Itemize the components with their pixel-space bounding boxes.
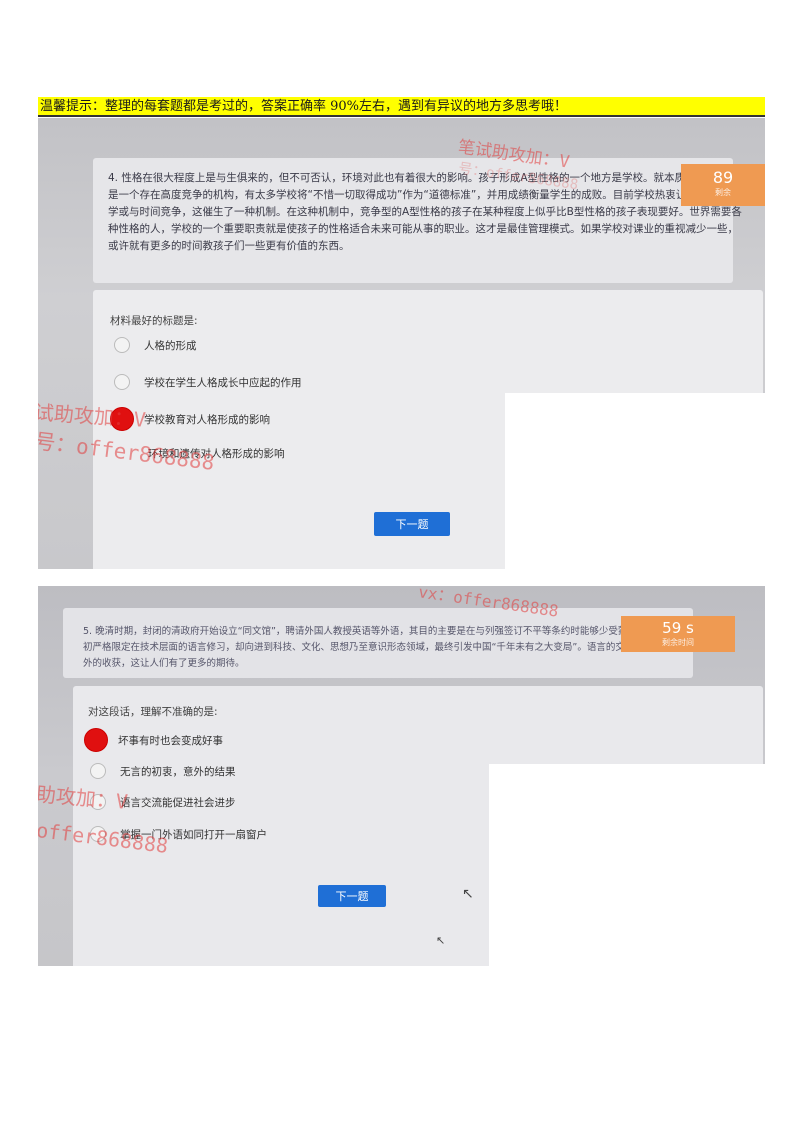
next-button[interactable]: 下一题 xyxy=(374,512,450,536)
radio-icon[interactable] xyxy=(90,763,106,779)
countdown-timer: 59 s 剩余时间 xyxy=(621,616,735,652)
option-b[interactable]: 无言的初衷，意外的结果 xyxy=(90,763,236,779)
option-label: 语言交流能促进社会进步 xyxy=(120,796,236,809)
option-b[interactable]: 学校在学生人格成长中应起的作用 xyxy=(114,374,302,390)
tip-underline xyxy=(38,115,765,117)
timer-value: 59 s xyxy=(662,619,694,637)
question-stem: 对这段话，理解不准确的是: xyxy=(88,706,218,718)
question-text: 5. 晚清时期，封闭的清政府开始设立“同文馆”，聘请外国人教授英语等外语，其目的… xyxy=(83,626,692,669)
option-label: 学校在学生人格成长中应起的作用 xyxy=(144,376,302,389)
option-label: 学校教育对人格形成的影响 xyxy=(144,413,270,426)
option-label: 无言的初衷，意外的结果 xyxy=(120,765,236,778)
timer-label: 剩余时间 xyxy=(662,638,694,647)
option-a[interactable]: 人格的形成 xyxy=(114,337,197,353)
question-text: 4. 性格在很大程度上是与生俱来的，但不可否认，环境对此也有着很大的影响。孩子形… xyxy=(108,172,742,252)
next-button[interactable]: 下一题 xyxy=(318,885,386,907)
question-photo-1: 4. 性格在很大程度上是与生俱来的，但不可否认，环境对此也有着很大的影响。孩子形… xyxy=(38,118,765,569)
radio-icon[interactable] xyxy=(114,337,130,353)
selected-radio-icon[interactable] xyxy=(84,728,108,752)
question-stem: 材料最好的标题是: xyxy=(110,315,198,327)
question-photo-2: 5. 晚清时期，封闭的清政府开始设立“同文馆”，聘请外国人教授英语等外语，其目的… xyxy=(38,586,765,966)
option-label: 人格的形成 xyxy=(144,339,197,352)
mouse-cursor-icon: ↖ xyxy=(436,934,446,947)
mouse-cursor-icon: ↖ xyxy=(462,886,474,902)
option-a[interactable]: 坏事有时也会变成好事 xyxy=(84,728,223,752)
blank-area xyxy=(505,393,765,569)
timer-label: 剩余 xyxy=(715,188,731,197)
tip-banner: 温馨提示：整理的每套题都是考过的，答案正确率 90%左右，遇到有异议的地方多思考… xyxy=(38,97,765,116)
radio-icon[interactable] xyxy=(114,374,130,390)
blank-area xyxy=(489,764,765,966)
countdown-timer: 89 剩余 xyxy=(681,164,765,206)
timer-value: 89 xyxy=(712,168,734,187)
option-label: 坏事有时也会变成好事 xyxy=(118,734,223,747)
